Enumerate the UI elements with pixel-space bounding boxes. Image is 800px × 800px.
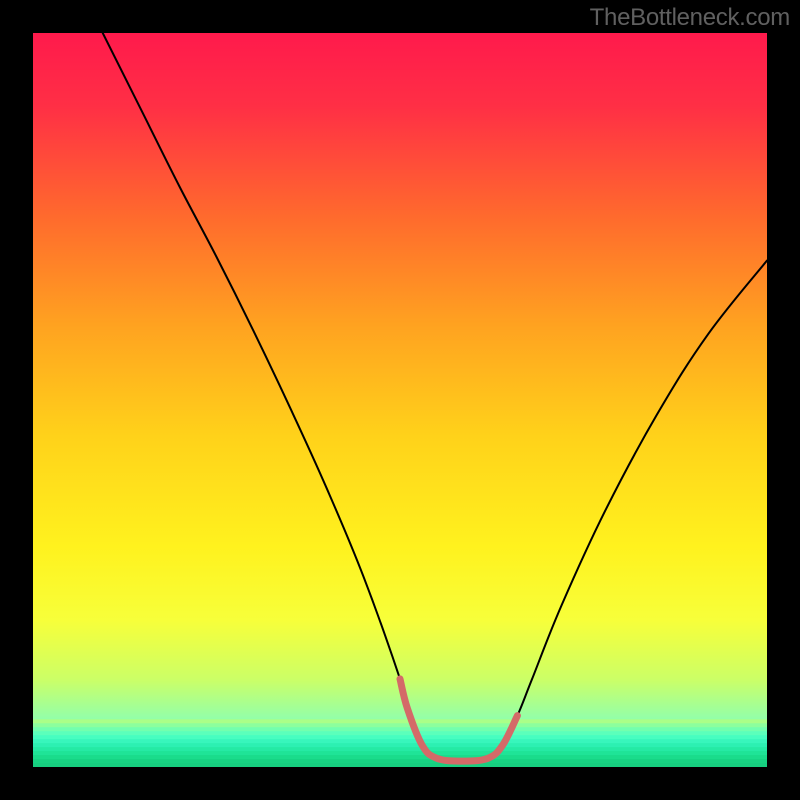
chart-frame: TheBottleneck.com: [0, 0, 800, 800]
green-band: [33, 719, 767, 767]
chart-svg: [33, 33, 767, 767]
gradient-background: [33, 33, 767, 767]
watermark: TheBottleneck.com: [590, 4, 790, 32]
plot-area: [33, 33, 767, 767]
